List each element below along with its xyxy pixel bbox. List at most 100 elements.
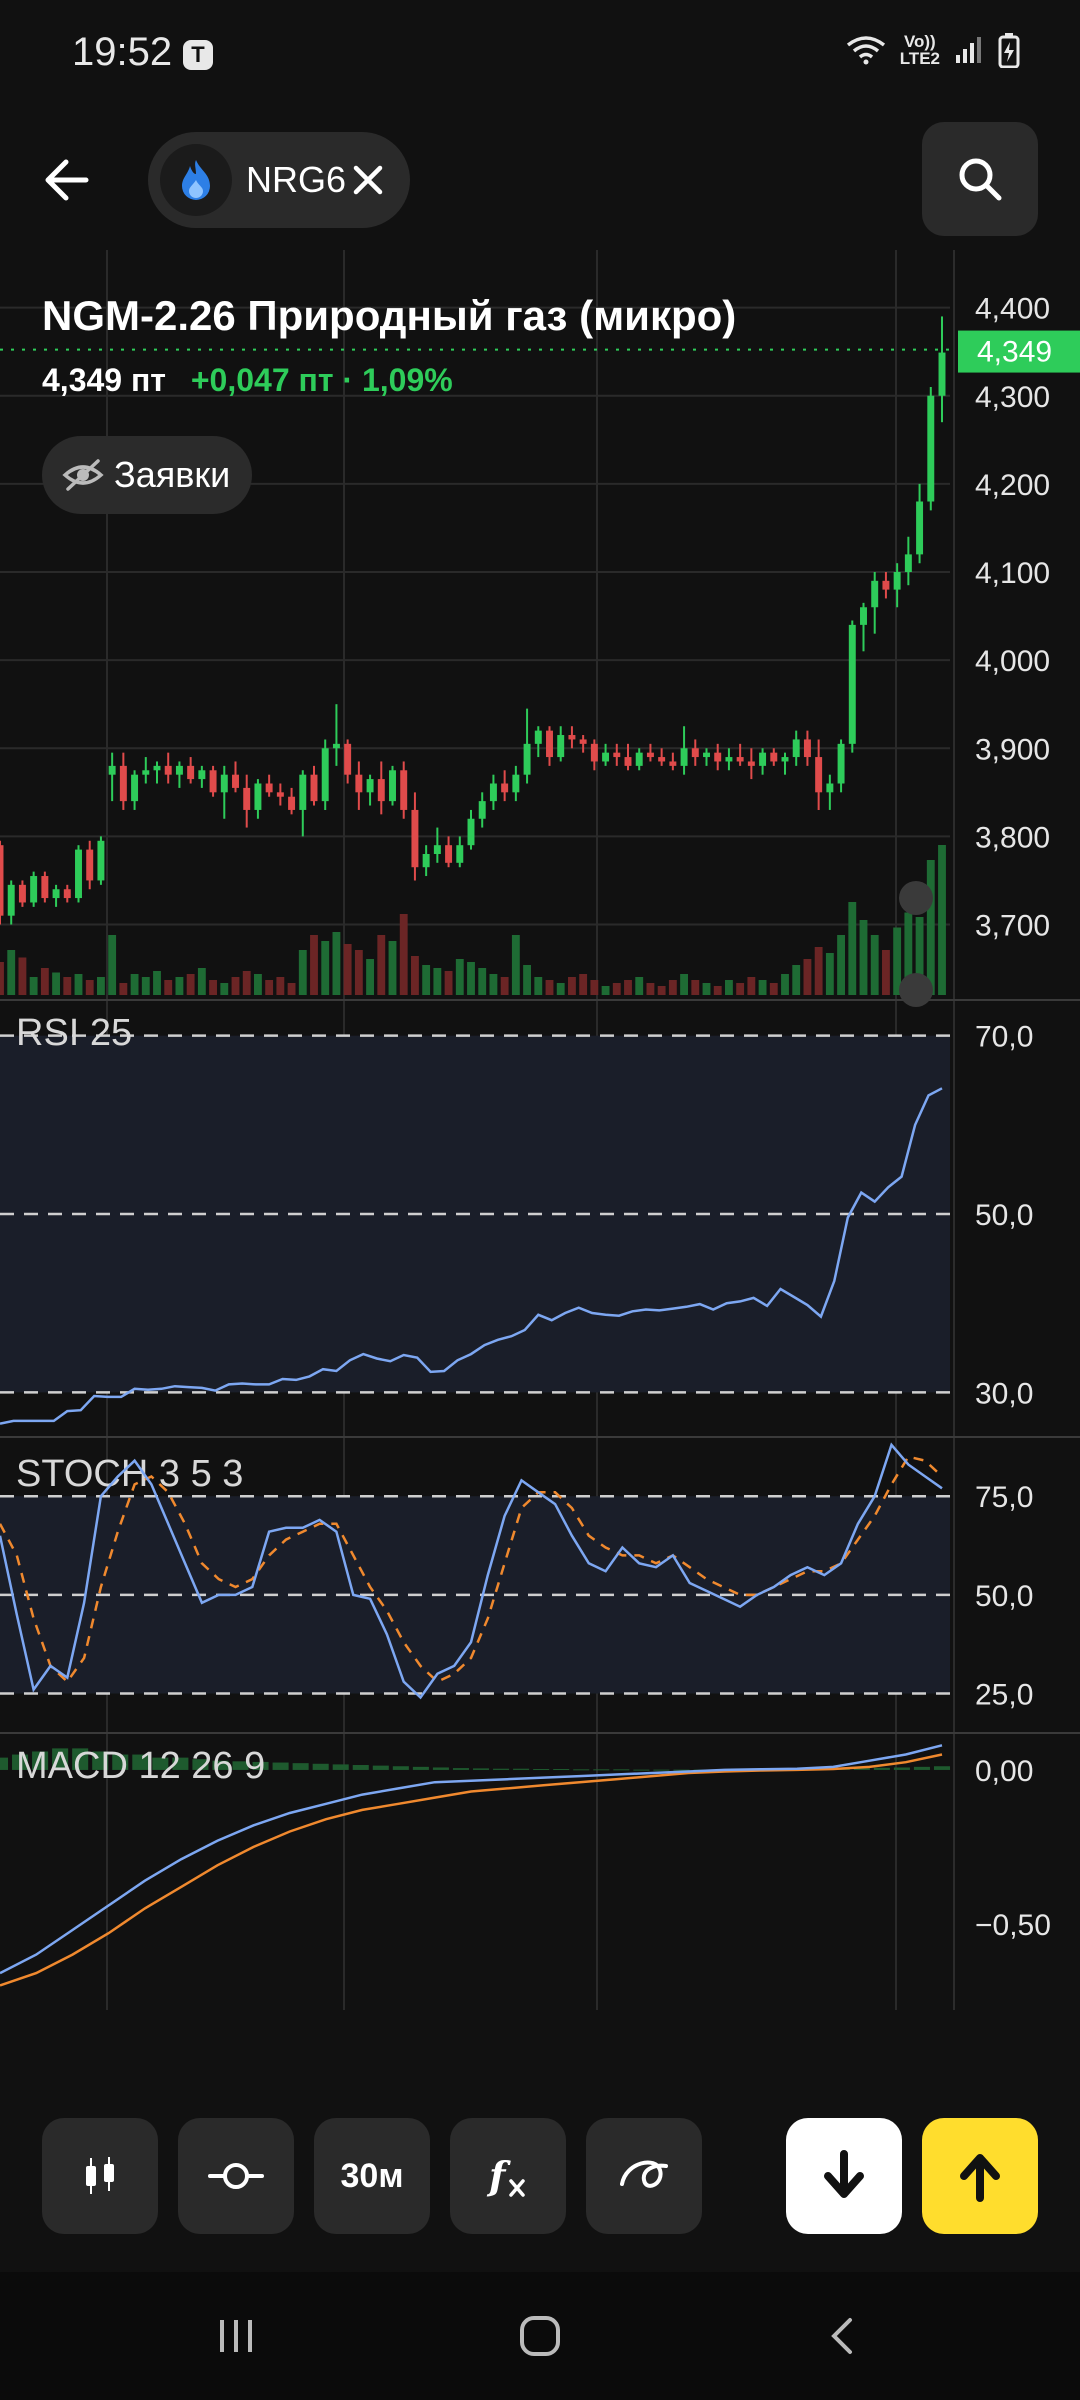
volume-bar (63, 977, 72, 995)
recents-button[interactable] (206, 2308, 266, 2364)
indicator-button[interactable] (178, 2118, 294, 2234)
volume-bar (590, 980, 599, 995)
candle-body (332, 743, 340, 749)
chart-type-button[interactable] (42, 2118, 158, 2234)
candle-body (646, 752, 654, 758)
back-nav-button[interactable] (812, 2308, 872, 2364)
macd-histogram-bar (412, 1766, 429, 1770)
candle-body (860, 607, 867, 625)
candle-body (232, 774, 239, 788)
candle-body (377, 779, 385, 802)
interval-button[interactable]: 30м (314, 2118, 430, 2234)
volume-bar (164, 980, 173, 995)
drawing-button[interactable] (586, 2118, 702, 2234)
search-button[interactable] (922, 122, 1038, 236)
candle-body (759, 752, 767, 766)
volume-bar (411, 956, 419, 995)
orders-toggle-button[interactable]: Заявки (42, 436, 253, 514)
candle-body (366, 779, 374, 793)
candle-body (288, 796, 296, 810)
candle-body (198, 770, 206, 780)
macd-histogram-bar (893, 1767, 910, 1770)
instrument-title: NGM-2.26 Природный газ (микро) (42, 292, 737, 339)
candle-body (243, 787, 251, 810)
signal-icon (956, 37, 981, 63)
candle-body (489, 783, 497, 802)
candle-body (456, 845, 464, 863)
home-button[interactable] (510, 2308, 570, 2364)
volume-bar (668, 980, 677, 995)
candle-body (579, 739, 587, 744)
candle-body (893, 572, 901, 590)
volume-bar (366, 959, 374, 995)
candle-body (747, 761, 755, 766)
status-time: 19:52 (72, 30, 173, 74)
candle-body (635, 752, 643, 766)
candle-body (41, 876, 49, 899)
macd-histogram-bar (933, 1766, 951, 1770)
candle-body (669, 761, 677, 766)
candle-body (590, 743, 598, 762)
candle-body (355, 774, 363, 793)
sell-button[interactable] (786, 2118, 902, 2234)
candle-body (187, 765, 195, 780)
price-tick-label: 4,400 (975, 293, 1050, 326)
close-ticker-button[interactable] (348, 160, 388, 200)
volume-bar (153, 971, 161, 995)
volume-bar (265, 980, 274, 995)
volume-bar (825, 953, 834, 995)
candle-body (927, 395, 935, 502)
candle-body (18, 884, 26, 903)
candle-body (534, 730, 542, 744)
recents-icon (220, 2320, 252, 2352)
macd-histogram-bar (432, 1767, 449, 1770)
volume-bar (354, 950, 363, 995)
candle-body (904, 554, 912, 572)
candle-body (108, 765, 116, 775)
indicator-label: RSI 25 (16, 1012, 132, 1054)
candle-body (7, 884, 15, 916)
functions-button[interactable]: f (450, 2118, 566, 2234)
back-button[interactable] (36, 150, 108, 210)
volume-bar (119, 983, 128, 995)
candle-body (680, 748, 688, 766)
eye-off-icon (62, 459, 104, 491)
indicator-label: MACD 12 26 9 (16, 1745, 265, 1787)
candle-body (310, 774, 318, 802)
volume-bar (97, 977, 105, 995)
macd-histogram-bar (473, 1768, 490, 1770)
price-tick-label: 3,800 (975, 821, 1050, 854)
volume-bar (186, 974, 195, 995)
candle-body (321, 748, 329, 802)
candle-body (916, 501, 924, 555)
volume-bar (310, 935, 318, 995)
candle-body (624, 757, 632, 766)
volume-bar (74, 974, 83, 995)
arrow-down-icon (824, 2150, 864, 2198)
chart-area[interactable]: 4,400 4,300 4,200 4,100 4,000 3,900 3,800 3,700… (0, 250, 1080, 2030)
candle-body (344, 743, 352, 775)
gas-flame-icon (160, 144, 232, 216)
buy-button[interactable] (922, 2118, 1038, 2234)
chart-toolbar: 30м f (0, 2110, 1080, 2240)
volume-bar (321, 941, 330, 995)
candle-body (871, 580, 879, 608)
volume-bar (254, 974, 262, 995)
volume-bar (455, 959, 464, 995)
rsi-panel: 70,0 50,0 30,0 RSI 25 (0, 1012, 1033, 1425)
volume-bar (220, 983, 229, 995)
close-icon (353, 165, 383, 195)
candle-body (815, 757, 823, 793)
indicator-tick-label: 50,0 (975, 1199, 1033, 1232)
macd-tick-label: 0,00 (975, 1755, 1033, 1788)
macd-histogram-bar (392, 1766, 409, 1770)
volume-bar (736, 983, 745, 995)
status-icons: Vo)) LTE2 (846, 32, 1020, 68)
volume-bar (422, 965, 431, 995)
candle-body (467, 818, 475, 846)
volume-bar (870, 935, 879, 995)
volume-bar (85, 980, 94, 995)
volume-bar (433, 968, 442, 995)
volume-bar (523, 965, 531, 995)
ticker-chip[interactable]: NRG6 (148, 132, 410, 228)
